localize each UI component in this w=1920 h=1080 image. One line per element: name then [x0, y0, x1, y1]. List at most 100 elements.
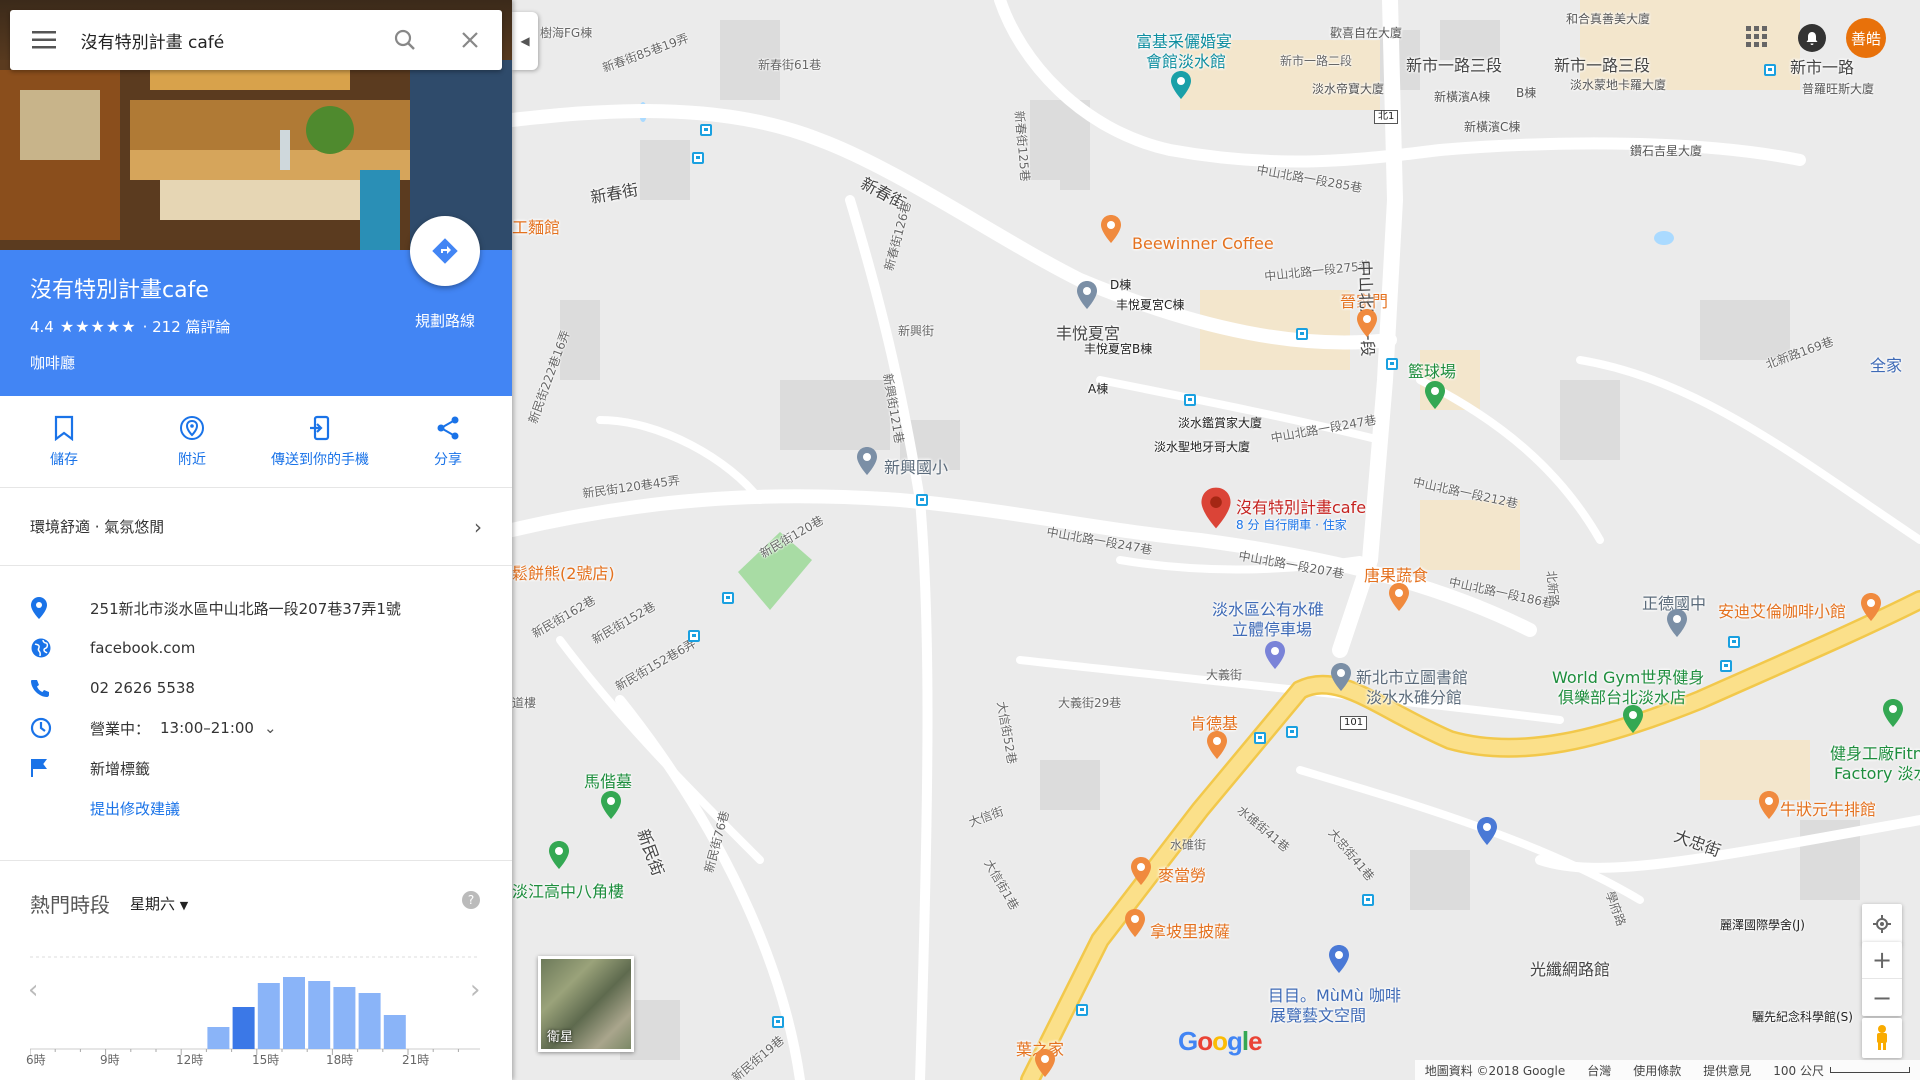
map-label-tamkang-octagon[interactable]: 淡江高中八角樓 — [512, 878, 624, 902]
map-label-parking-2[interactable]: 立體停車場 — [1232, 616, 1312, 640]
map-label[interactable]: 驪先紀念科學館(S) — [1752, 1008, 1853, 1025]
search-input[interactable] — [78, 20, 373, 60]
map-label-library-2[interactable]: 淡水水碓分館 — [1366, 684, 1462, 708]
map-label[interactable]: D棟 — [1110, 276, 1131, 293]
map-label-steakhouse[interactable]: 牛狀元牛排館 — [1780, 796, 1876, 820]
park-pin-icon[interactable] — [1424, 380, 1446, 410]
popular-times-bar[interactable] — [308, 981, 331, 1049]
residence-pin-icon[interactable] — [1076, 280, 1098, 310]
bus-stop-icon[interactable] — [1362, 894, 1374, 906]
map-label-pizza[interactable]: 拿坡里披薩 — [1150, 918, 1230, 942]
wedding-hall-pin-icon[interactable] — [1170, 70, 1192, 100]
map-label[interactable]: 和合真善美大廈 — [1566, 10, 1650, 27]
zoom-in-button[interactable]: + — [1862, 942, 1902, 979]
directions-button[interactable] — [410, 216, 480, 286]
selected-place-pin-icon[interactable] — [1200, 484, 1232, 532]
restaurant-pin-icon[interactable] — [1124, 908, 1146, 938]
my-location-button[interactable] — [1862, 904, 1902, 944]
day-select[interactable]: 星期六 ▼ — [130, 893, 188, 914]
bus-stop-icon[interactable] — [1296, 328, 1308, 340]
selected-place-label[interactable]: 沒有特別計畫cafe — [1236, 494, 1366, 518]
gym-pin-icon[interactable] — [1622, 704, 1644, 734]
map-label-school[interactable]: 新興國小 — [884, 454, 948, 478]
gym-pin-icon[interactable] — [1882, 698, 1904, 728]
popular-times-bar[interactable] — [383, 1015, 406, 1049]
selected-place-drive-time[interactable]: 8 分 自行開車 · 住家 — [1236, 516, 1347, 533]
place-category[interactable]: 咖啡廳 — [30, 352, 75, 373]
popular-times-bar[interactable] — [207, 1027, 230, 1049]
restaurant-pin-icon[interactable] — [1356, 308, 1378, 338]
cafe-pin-icon[interactable] — [1860, 592, 1882, 622]
nearby-button[interactable]: 附近 — [128, 396, 256, 487]
map-label-basketball-court[interactable]: 籃球場 — [1408, 358, 1456, 382]
map-label-cafe[interactable]: 安迪艾倫咖啡小館 — [1718, 598, 1846, 622]
directions-label[interactable]: 規劃路線 — [398, 310, 492, 331]
popular-times-bar[interactable] — [283, 977, 305, 1049]
store-pin-icon[interactable] — [1476, 816, 1498, 846]
restaurant-pin-icon[interactable] — [1130, 856, 1152, 886]
phone-row[interactable]: 02 2626 5538 — [0, 668, 512, 708]
popular-times-bar[interactable] — [333, 987, 356, 1049]
parking-pin-icon[interactable] — [1264, 640, 1286, 670]
bus-stop-icon[interactable] — [916, 494, 928, 506]
notifications-bell-icon[interactable] — [1798, 24, 1826, 52]
add-label-row[interactable]: 新增標籤 — [0, 748, 512, 788]
map-label[interactable]: 淡水聖地牙哥大廈 — [1154, 438, 1250, 455]
suggest-edit-link[interactable]: 提出修改建議 — [0, 788, 512, 828]
bus-stop-icon[interactable] — [1720, 660, 1732, 672]
map-label[interactable]: 麗澤國際學舍(J) — [1720, 916, 1805, 933]
bus-stop-icon[interactable] — [700, 124, 712, 136]
bus-stop-icon[interactable] — [772, 1016, 784, 1028]
address-row[interactable]: 251新北市淡水區中山北路一段207巷37弄1號 — [0, 588, 512, 628]
hours-row[interactable]: 營業中： 13:00–21:00 ⌄ — [0, 708, 512, 748]
map-label[interactable]: 丰悅夏宮C棟 — [1116, 296, 1184, 313]
map-label-mackay-tomb[interactable]: 馬偕墓 — [584, 768, 632, 792]
restaurant-pin-icon[interactable] — [1388, 582, 1410, 612]
collapse-panel-button[interactable]: ◀ — [512, 12, 538, 70]
map-label[interactable]: 淡水蒙地卡羅大廈 — [1570, 76, 1666, 93]
map-label[interactable]: 普羅旺斯大廈 — [1802, 80, 1874, 97]
bus-stop-icon[interactable] — [1076, 1004, 1088, 1016]
bus-stop-icon[interactable] — [1254, 732, 1266, 744]
map-label-noodle[interactable]: 工麵館 — [512, 214, 560, 238]
park-pin-icon[interactable] — [600, 790, 622, 820]
landmark-pin-icon[interactable] — [548, 840, 570, 870]
map-label[interactable]: 新橫濱C棟 — [1464, 118, 1520, 135]
region-link[interactable]: 台灣 — [1587, 1062, 1611, 1079]
bus-stop-icon[interactable] — [1764, 64, 1776, 76]
bus-stop-icon[interactable] — [1184, 394, 1196, 406]
map-label[interactable]: 新橫濱A棟 — [1434, 88, 1490, 105]
map-label[interactable]: B棟 — [1516, 84, 1536, 101]
bus-stop-icon[interactable] — [1728, 636, 1740, 648]
map-label[interactable]: 歡喜自在大廈 — [1330, 24, 1402, 41]
map-label-mumu-gallery[interactable]: 展覽藝文空間 — [1270, 1002, 1366, 1026]
map-label-wedding-hall-2[interactable]: 會館淡水館 — [1146, 48, 1226, 72]
popular-times-bar[interactable] — [232, 1007, 255, 1049]
menu-button[interactable] — [10, 10, 79, 70]
review-count-link[interactable]: · 212 篇評論 — [143, 316, 231, 337]
save-button[interactable]: 儲存 — [0, 396, 128, 487]
map-label[interactable]: 丰悅夏宮B棟 — [1084, 340, 1152, 357]
user-avatar[interactable]: 善皓 — [1846, 18, 1886, 58]
place-summary-row[interactable]: 環境舒適 · 氣氛悠閒 › — [0, 488, 512, 566]
map-label[interactable]: 鑽石吉星大廈 — [1630, 142, 1702, 159]
restaurant-pin-icon[interactable] — [1206, 730, 1228, 760]
feedback-link[interactable]: 提供意見 — [1703, 1062, 1751, 1079]
map-label[interactable]: 淡水帝寶大廈 — [1312, 80, 1384, 97]
bus-stop-icon[interactable] — [1386, 358, 1398, 370]
scale-bar[interactable]: 100 公尺 — [1773, 1062, 1910, 1079]
restaurant-pin-icon[interactable] — [1758, 790, 1780, 820]
search-button[interactable] — [373, 10, 438, 70]
share-button[interactable]: 分享 — [384, 396, 512, 487]
school-pin-icon[interactable] — [1666, 608, 1688, 638]
map-label-mcdonalds[interactable]: 麥當勞 — [1158, 862, 1206, 886]
website-row[interactable]: facebook.com — [0, 628, 512, 668]
bus-stop-icon[interactable] — [1286, 726, 1298, 738]
bus-stop-icon[interactable] — [722, 592, 734, 604]
apps-grid-icon[interactable] — [1744, 24, 1768, 48]
help-icon[interactable]: ? — [462, 891, 480, 909]
map-label-pancake-bear[interactable]: 鬆餅熊(2號店) — [512, 560, 615, 584]
map-label-fiber-museum[interactable]: 光纖網路館 — [1530, 956, 1610, 980]
library-pin-icon[interactable] — [1330, 662, 1352, 692]
map-label-beewinner-coffee[interactable]: Beewinner Coffee — [1132, 234, 1274, 253]
